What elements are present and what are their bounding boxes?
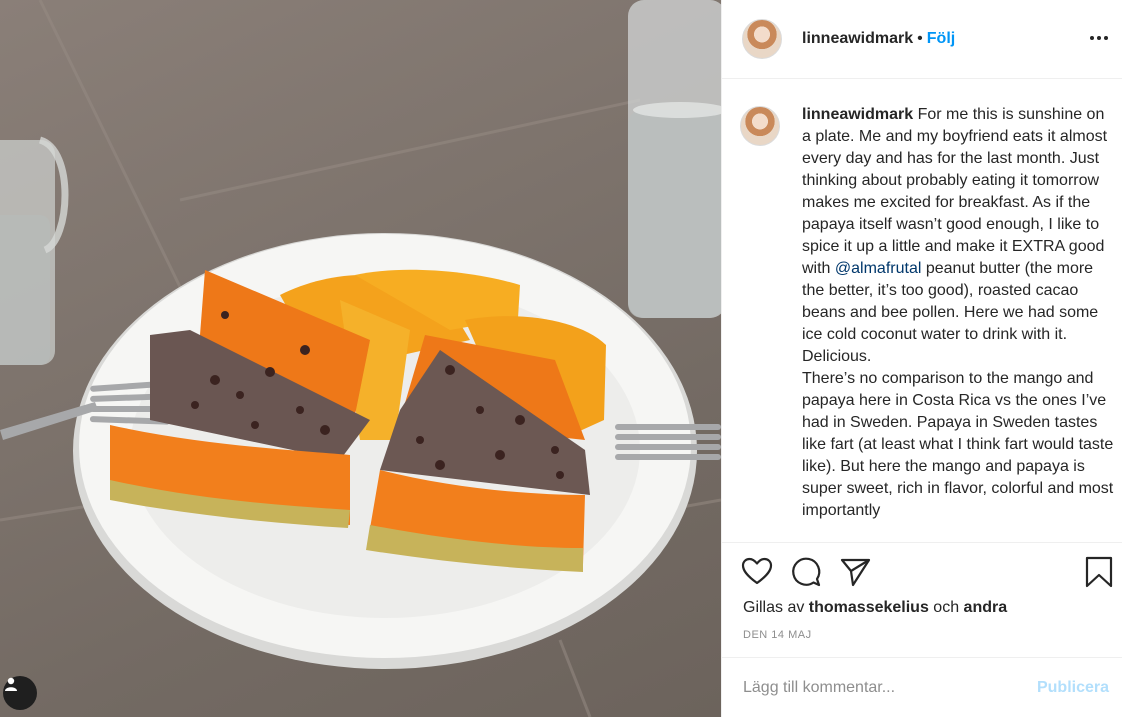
likes-prefix: Gillas av <box>743 599 809 616</box>
caption-text-part-1: For me this is sunshine on a plate. Me a… <box>802 106 1112 277</box>
caption-text-part-2: peanut butter (the more the better, it’s… <box>802 260 1114 519</box>
comment-box: Publicera <box>722 657 1122 717</box>
caption-username[interactable]: linneawidmark <box>802 106 913 123</box>
publish-button[interactable]: Publicera <box>1037 679 1109 697</box>
header-username[interactable]: linneawidmark <box>802 30 913 48</box>
caption-mention-link[interactable]: @almafrutal <box>835 260 922 277</box>
user-tag-icon[interactable] <box>3 676 37 710</box>
paper-plane-icon[interactable] <box>838 555 872 589</box>
bookmark-icon[interactable] <box>1082 555 1116 589</box>
caption-text: linneawidmark For me this is sunshine on… <box>802 104 1117 542</box>
likes-others-link[interactable]: andra <box>964 599 1008 616</box>
header-separator-dot: • <box>917 30 923 47</box>
comment-icon[interactable] <box>789 555 823 589</box>
post-actions: Gillas av thomassekelius och andra DEN 1… <box>722 542 1122 657</box>
caption-area[interactable]: linneawidmark For me this is sunshine on… <box>722 80 1122 542</box>
photo-papaya-plate <box>0 0 721 717</box>
comment-input[interactable] <box>743 678 1037 697</box>
likes-middle: och <box>928 599 964 616</box>
more-options-icon[interactable] <box>1087 26 1111 50</box>
follow-button[interactable]: Följ <box>927 30 955 48</box>
post-side-panel: linneawidmark • Följ linneawidmark For m… <box>721 0 1122 717</box>
heart-icon[interactable] <box>740 555 774 589</box>
likes-summary[interactable]: Gillas av thomassekelius och andra <box>743 599 1007 617</box>
post-photo[interactable] <box>0 0 721 717</box>
likes-liker-username[interactable]: thomassekelius <box>809 599 929 616</box>
avatar[interactable] <box>742 19 782 59</box>
post-header: linneawidmark • Följ <box>722 0 1122 79</box>
caption-avatar[interactable] <box>740 106 780 146</box>
post-date[interactable]: DEN 14 MAJ <box>743 629 812 641</box>
